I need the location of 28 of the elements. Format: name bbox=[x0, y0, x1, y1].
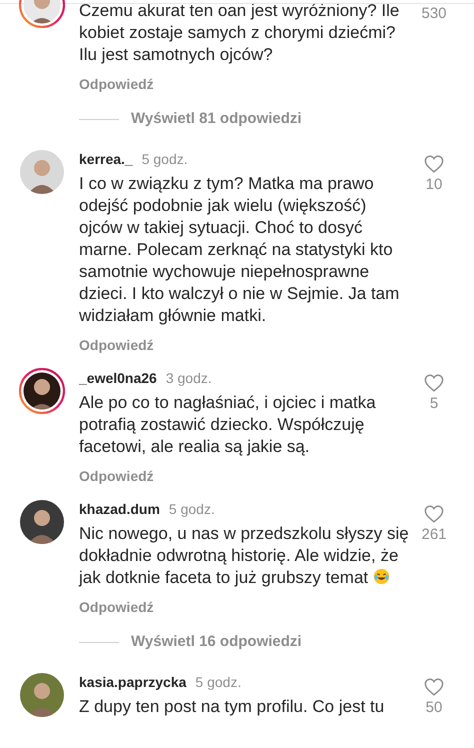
like-count: 530 bbox=[421, 5, 447, 23]
like-count: 5 bbox=[430, 395, 438, 413]
username[interactable]: _ewel0na26 bbox=[79, 368, 157, 389]
username[interactable]: kerrea._ bbox=[79, 149, 133, 170]
heart-icon[interactable] bbox=[424, 155, 444, 173]
view-replies-link[interactable]: Wyświetl 81 odpowiedzi bbox=[131, 108, 302, 130]
heart-icon[interactable] bbox=[424, 374, 444, 392]
reply-link[interactable]: Odpowiedź bbox=[79, 466, 154, 487]
comment-text: Ale po co to nagłaśniać, i ojciec i matka potrafią zostawić dziecko. Współczuję facetowi, ale realia są jakie są. bbox=[79, 392, 377, 458]
comment-text: Czemu akurat ten oan jest wyróżniony? Ile kobiet zostaje samych z chorymi dziećmi? Ilu jest samotnych ojców? bbox=[79, 0, 400, 66]
comment-text: Z dupy ten post na tym profilu. Co jest tu bbox=[79, 696, 386, 718]
timestamp: 3 godz. bbox=[166, 369, 212, 388]
reply-link[interactable]: Odpowiedź bbox=[79, 335, 154, 356]
view-replies-link[interactable]: Wyświetl 16 odpowiedzi bbox=[131, 630, 302, 654]
like-count: 261 bbox=[421, 526, 447, 544]
heart-icon[interactable] bbox=[424, 678, 444, 696]
timestamp: 5 godz. bbox=[168, 500, 215, 519]
like-count: 10 bbox=[426, 176, 442, 194]
username[interactable]: khazad.dum bbox=[79, 499, 160, 520]
reply-link[interactable]: Odpowiedź bbox=[79, 74, 154, 95]
comment-text: I co w związku z tym? Matka ma prawo odejść podobnie jak wielu (większość) ojców w takiej sytuacji. Choć to dosyć marne. Polecam zerknąć na statystyki kto samotnie wychowuje niepełnosprawne dzieci. I kto walczył o nie w Sejmie. Ja tam widziałam głównie matki. bbox=[79, 173, 400, 327]
reply-link[interactable]: Odpowiedź bbox=[79, 597, 154, 618]
timestamp: 5 godz. bbox=[195, 673, 242, 692]
timestamp: 5 godz. bbox=[142, 150, 188, 169]
like-count: 50 bbox=[426, 699, 442, 717]
username[interactable]: kasia.paprzycka bbox=[79, 672, 186, 693]
heart-icon[interactable] bbox=[424, 505, 444, 523]
comment-text: Nic nowego, u nas w przedszkolu słyszy się dokładnie odwrotną historię. Ale widzie, że jak dotknie faceta to już grubszy temat bbox=[79, 523, 410, 589]
